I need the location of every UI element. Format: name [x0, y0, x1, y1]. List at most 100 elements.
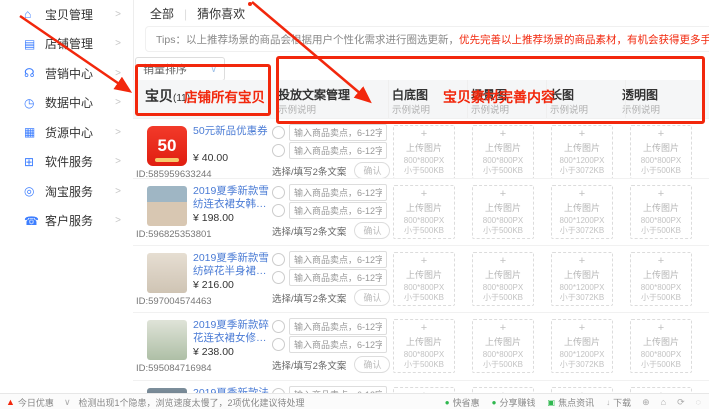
upload-spec: 800*800PX小于500KB	[483, 156, 523, 175]
product-title-link[interactable]: 50元新品优惠券	[193, 125, 271, 138]
upload-image-cell[interactable]: +上传图片800*1200PX小于3072KB	[551, 319, 613, 373]
plus-icon: +	[500, 323, 506, 334]
sidebar-item-label: 淘宝服务	[45, 183, 93, 200]
sidebar-item-label: 货源中心	[45, 124, 93, 141]
product-photo[interactable]	[147, 253, 187, 293]
sidebar-item-label: 营销中心	[45, 65, 93, 82]
copy-hint: 选择/填写2条文案	[272, 358, 346, 372]
upload-image-cell[interactable]: +上传图片800*800PX小于500KB	[472, 185, 534, 239]
tab-guess-you-like[interactable]: 猜你喜欢	[197, 5, 245, 22]
col-copy-note[interactable]: 示例说明	[278, 102, 316, 116]
product-id: ID:597004574463	[136, 296, 212, 307]
table-row: 5050元新品优惠券¥ 40.00ID:585959633244选择/填写2条文…	[133, 118, 709, 179]
sidebar: ⌂宝贝管理> ▤ 店铺管理 > ☊ 营销中心 > ◷数据中心> ▦货源中心> ⊞软件服务> ◎淘宝服…	[0, 0, 134, 409]
upload-image-cell[interactable]: +上传图片800*1200PX小于3072KB	[551, 252, 613, 306]
statusbar-tool-icon[interactable]: ⊕	[642, 397, 650, 408]
col-transparent-note[interactable]: 示例说明	[622, 102, 660, 116]
upload-image-cell[interactable]: +上传图片800*800PX小于500KB	[472, 125, 534, 179]
status-left[interactable]: ▲ 今日优惠 ∨ 检测出现1个隐患，浏览速度太慢了，2项优化建议待处理	[6, 396, 305, 409]
statusbar-tool-icon[interactable]: ◌	[696, 397, 701, 407]
statusbar-plugin-item[interactable]: ●分享赚钱	[492, 396, 536, 409]
copy-point-input[interactable]	[289, 202, 387, 219]
radio-select-copy[interactable]	[272, 271, 285, 284]
radio-select-copy[interactable]	[272, 186, 285, 199]
product-title-link[interactable]: 2019夏季新款碎花连衣裙女修身显瘦小众网红	[193, 319, 271, 345]
upload-image-cell[interactable]: +上传图片800*800PX小于500KB	[472, 252, 534, 306]
upload-image-cell[interactable]: +上传图片800*800PX小于500KB	[472, 319, 534, 373]
sidebar-item-shop-manage[interactable]: ▤店铺管理>	[0, 32, 133, 56]
confirm-button[interactable]: 确认	[354, 162, 390, 179]
coupon-50-image[interactable]: 50	[147, 126, 187, 166]
sidebar-item-label: 店铺管理	[45, 35, 93, 52]
chevron-right-icon: >	[115, 68, 121, 79]
col-whitebg-note[interactable]: 示例说明	[392, 102, 430, 116]
radio-select-copy[interactable]	[272, 338, 285, 351]
copy-point-input[interactable]	[289, 124, 387, 141]
chevron-right-icon: >	[115, 215, 121, 226]
plus-icon: +	[421, 256, 427, 267]
plus-icon: +	[579, 256, 585, 267]
upload-image-cell[interactable]: +上传图片800*800PX小于500KB	[393, 125, 455, 179]
confirm-button[interactable]: 确认	[354, 356, 390, 373]
product-price: ¥ 238.00	[193, 346, 234, 358]
sidebar-item-product-manage[interactable]: ⌂宝贝管理>	[0, 2, 133, 26]
tab-all[interactable]: 全部	[150, 5, 174, 22]
upload-image-cell[interactable]: +上传图片 800*800PX小于500KB	[393, 252, 455, 306]
upload-label: 上传图片	[485, 141, 521, 154]
sidebar-item-marketing-center[interactable]: ☊ 营销中心 >	[0, 61, 133, 85]
radio-select-copy[interactable]	[272, 126, 285, 139]
copy-point-input[interactable]	[289, 251, 387, 268]
sort-dropdown[interactable]: 销量排序 ∨	[135, 57, 225, 81]
statusbar-tool-icon[interactable]: ⟳	[677, 397, 685, 408]
product-photo[interactable]	[147, 320, 187, 360]
upload-spec: 800*800PX小于500KB	[404, 216, 444, 235]
statusbar-plugin-item[interactable]: ●快省惠	[445, 396, 480, 409]
radio-select-copy[interactable]	[272, 204, 285, 217]
download-label: 下载	[613, 396, 631, 409]
upload-image-cell[interactable]: +上传图片800*800PX小于500KB	[393, 319, 455, 373]
confirm-button[interactable]: 确认	[354, 289, 390, 306]
storefront-icon: ▤	[24, 38, 38, 50]
statusbar-plugin-item[interactable]: ▣焦点资讯	[548, 396, 595, 409]
upload-label: 上传图片	[406, 141, 442, 154]
statusbar-tool-icon[interactable]: ⌂	[661, 397, 666, 407]
sidebar-item-customer-service[interactable]: ☎客户服务>	[0, 209, 133, 233]
copy-point-input[interactable]	[289, 318, 387, 335]
upload-image-cell[interactable]: +上传图片800*800PX小于500KB	[393, 185, 455, 239]
upload-image-cell[interactable]: +上传图片800*800PX小于500KB	[630, 319, 692, 373]
green-dot-icon: ●	[492, 398, 497, 407]
upload-image-cell[interactable]: +上传图片800*1200PX小于3072KB	[551, 125, 613, 179]
copy-point-input[interactable]	[289, 269, 387, 286]
col-long-note[interactable]: 示例说明	[550, 102, 588, 116]
upload-label: 上传图片	[406, 201, 442, 214]
upload-label: 上传图片	[485, 335, 521, 348]
upload-image-cell[interactable]: +上传图片800*800PX小于500KB	[630, 125, 692, 179]
confirm-button[interactable]: 确认	[354, 222, 390, 239]
radio-select-copy[interactable]	[272, 253, 285, 266]
upload-image-cell[interactable]: +上传图片800*1200PX小于3072KB	[551, 185, 613, 239]
megaphone-icon: ☊	[24, 67, 38, 79]
radio-select-copy[interactable]	[272, 320, 285, 333]
upload-image-cell[interactable]: +上传图片800*800PX小于500KB	[630, 185, 692, 239]
product-title-link[interactable]: 2019夏季新款雪纺碎花半身裙女中长款韩版白	[193, 252, 271, 278]
sidebar-item-supply-center[interactable]: ▦货源中心>	[0, 120, 133, 144]
col-scene-label: 场景图	[471, 86, 507, 103]
product-title-link[interactable]: 2019夏季新款雪纺连衣裙女韩版短袖T恤中长款	[193, 185, 271, 211]
copy-point-input[interactable]	[289, 336, 387, 353]
radio-select-copy[interactable]	[272, 144, 285, 157]
green-square-icon: ▣	[548, 398, 556, 407]
chart-clock-icon: ◷	[24, 97, 38, 109]
download-button[interactable]: ↓下载	[606, 396, 631, 409]
copy-point-input[interactable]	[289, 142, 387, 159]
upload-image-cell[interactable]: +上传图片800*800PX小于500KB	[630, 252, 692, 306]
sidebar-item-data-center[interactable]: ◷数据中心>	[0, 91, 133, 115]
copy-input-line	[272, 336, 387, 353]
copy-point-input[interactable]	[289, 184, 387, 201]
product-photo[interactable]	[147, 186, 187, 226]
upload-spec: 800*800PX小于500KB	[483, 283, 523, 302]
upload-spec: 800*800PX小于500KB	[404, 283, 444, 302]
col-scene-note[interactable]: 示例说明	[471, 102, 509, 116]
sidebar-item-taobao-service[interactable]: ◎淘宝服务>	[0, 179, 133, 203]
upload-label: 上传图片	[406, 268, 442, 281]
sidebar-item-software-service[interactable]: ⊞软件服务>	[0, 150, 133, 174]
